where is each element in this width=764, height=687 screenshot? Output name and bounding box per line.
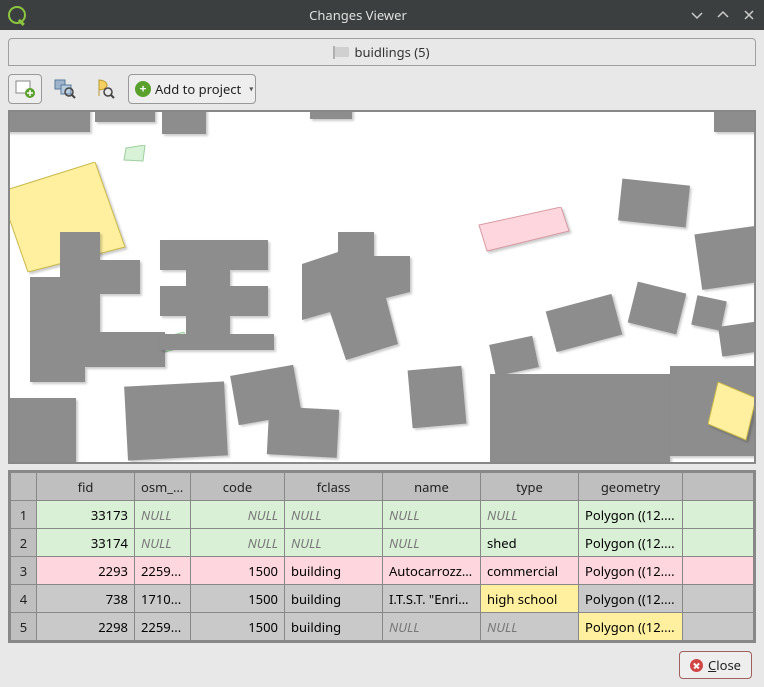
table-cell[interactable]: Polygon ((12.... — [579, 557, 683, 585]
col-osm-id[interactable]: osm_id — [135, 473, 191, 501]
col-code[interactable]: code — [191, 473, 285, 501]
table-cell — [683, 585, 754, 613]
col-name[interactable]: name — [383, 473, 481, 501]
chevron-down-icon: ▾ — [249, 84, 253, 95]
table-cell[interactable]: NULL — [191, 501, 285, 529]
table-cell[interactable]: NULL — [383, 501, 481, 529]
table-cell[interactable]: 33174 — [37, 529, 135, 557]
tab-bar: buidlings (5) — [8, 38, 756, 66]
maximize-icon[interactable] — [716, 8, 730, 22]
titlebar[interactable]: Changes Viewer — [0, 0, 764, 30]
row-number[interactable]: 3 — [11, 557, 37, 585]
table-cell[interactable]: NULL — [285, 529, 383, 557]
close-icon[interactable] — [742, 8, 756, 22]
table-cell[interactable]: NULL — [191, 529, 285, 557]
table-cell[interactable]: shed — [481, 529, 579, 557]
dialog-footer: Close — [8, 643, 756, 679]
table-corner[interactable] — [11, 473, 37, 501]
table-cell[interactable]: I.T.S.T. "Enric... — [383, 585, 481, 613]
table-cell[interactable]: 2293 — [37, 557, 135, 585]
table-cell[interactable]: building — [285, 585, 383, 613]
close-circle-icon — [690, 659, 703, 672]
col-fclass[interactable]: fclass — [285, 473, 383, 501]
table-cell[interactable]: NULL — [481, 613, 579, 641]
table-cell[interactable]: Polygon ((12.... — [579, 613, 683, 641]
table-cell[interactable]: 2259... — [135, 613, 191, 641]
table-cell[interactable]: 1710... — [135, 585, 191, 613]
zoom-selection-button[interactable] — [48, 74, 82, 104]
col-geometry[interactable]: geometry — [579, 473, 683, 501]
close-button[interactable]: Close — [679, 651, 752, 679]
table-cell — [683, 557, 754, 585]
building-shape — [475, 207, 575, 253]
table-cell[interactable]: Polygon ((12.... — [579, 501, 683, 529]
table-cell[interactable]: NULL — [285, 501, 383, 529]
zoom-feature-button[interactable] — [88, 74, 122, 104]
table-row[interactable]: 522982259...1500buildingNULLNULLPolygon … — [11, 613, 754, 641]
table-cell[interactable]: 33173 — [37, 501, 135, 529]
table-cell — [683, 613, 754, 641]
flag-icon — [335, 47, 349, 57]
table-cell[interactable]: Autocarrozze... — [383, 557, 481, 585]
qgis-icon — [8, 6, 26, 24]
table-cell[interactable]: NULL — [383, 613, 481, 641]
window-title: Changes Viewer — [26, 6, 690, 24]
table-row[interactable]: 322932259...1500buildingAutocarrozze...c… — [11, 557, 754, 585]
row-number[interactable]: 1 — [11, 501, 37, 529]
table-cell[interactable]: building — [285, 613, 383, 641]
table-cell[interactable]: 1500 — [191, 557, 285, 585]
table-row[interactable]: 133173NULLNULLNULLNULLNULLPolygon ((12..… — [11, 501, 754, 529]
close-label: Close — [708, 656, 741, 674]
building-shape — [123, 145, 149, 165]
table-cell[interactable]: NULL — [135, 529, 191, 557]
table-cell[interactable]: Polygon ((12.... — [579, 585, 683, 613]
tab-label: buidlings (5) — [355, 43, 430, 61]
row-number[interactable]: 2 — [11, 529, 37, 557]
table-cell — [683, 529, 754, 557]
plus-icon: + — [135, 81, 151, 97]
dialog-body: buidlings (5) + Add to project ▾ — [0, 30, 764, 687]
table-header: fid osm_id code fclass name type geometr… — [11, 473, 754, 501]
table-row[interactable]: 47381710...1500buildingI.T.S.T. "Enric..… — [11, 585, 754, 613]
table-cell[interactable]: building — [285, 557, 383, 585]
row-number[interactable]: 5 — [11, 613, 37, 641]
minimize-icon[interactable] — [690, 8, 704, 22]
building-shape — [160, 240, 280, 350]
building-shape — [708, 382, 756, 442]
attribute-table[interactable]: fid osm_id code fclass name type geometr… — [8, 470, 756, 643]
table-cell[interactable]: 2298 — [37, 613, 135, 641]
table-cell[interactable]: NULL — [135, 501, 191, 529]
table-cell[interactable]: 1500 — [191, 613, 285, 641]
col-spacer — [683, 473, 754, 501]
row-number[interactable]: 4 — [11, 585, 37, 613]
new-layer-button[interactable] — [8, 74, 42, 104]
table-cell[interactable]: 2259... — [135, 557, 191, 585]
col-type[interactable]: type — [481, 473, 579, 501]
table-cell — [683, 501, 754, 529]
building-shape — [302, 232, 422, 362]
add-to-project-label: Add to project — [155, 80, 241, 98]
add-to-project-button[interactable]: + Add to project ▾ — [128, 74, 256, 104]
building-shape — [30, 232, 170, 382]
table-cell[interactable]: commercial — [481, 557, 579, 585]
toolbar: + Add to project ▾ — [8, 66, 756, 110]
table-cell[interactable]: NULL — [481, 501, 579, 529]
table-cell[interactable]: Polygon ((12.... — [579, 529, 683, 557]
table-cell[interactable]: 738 — [37, 585, 135, 613]
table-cell[interactable]: 1500 — [191, 585, 285, 613]
map-canvas[interactable] — [8, 110, 756, 464]
table-cell[interactable]: NULL — [383, 529, 481, 557]
table-row[interactable]: 233174NULLNULLNULLNULLshedPolygon ((12..… — [11, 529, 754, 557]
tab-buildings[interactable]: buidlings (5) — [8, 38, 756, 66]
table-cell[interactable]: high school — [481, 585, 579, 613]
col-fid[interactable]: fid — [37, 473, 135, 501]
